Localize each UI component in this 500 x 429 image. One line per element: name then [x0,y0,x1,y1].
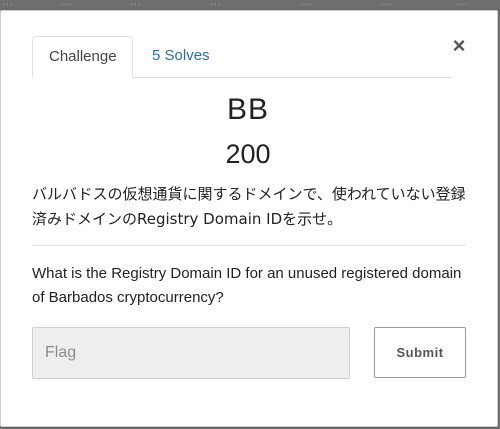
challenge-name: BB [226,93,270,126]
tab-challenge[interactable]: Challenge [32,36,133,78]
backdrop-text: … [60,0,71,8]
challenge-modal: × Challenge 5 Solves BB 200 バルバドスの仮想通貨に関… [0,10,498,427]
modal-tabs: Challenge 5 Solves [32,36,452,78]
challenge-description-jp: バルバドスの仮想通貨に関するドメインで、使われていない登録済みドメインのRegi… [32,185,466,228]
flag-input[interactable] [32,327,350,379]
backdrop-text: … [2,0,13,8]
challenge-value: 200 [225,139,271,169]
tab-solves[interactable]: 5 Solves [136,36,226,76]
submit-button[interactable]: Submit [374,327,466,378]
backdrop-text: … [130,0,141,8]
divider [32,245,466,246]
backdrop-text: … [380,0,391,8]
backdrop-text: … [455,0,466,8]
backdrop-text: … [300,0,311,8]
backdrop-text: … [210,0,221,8]
challenge-description-en: What is the Registry Domain ID for an un… [32,265,462,306]
